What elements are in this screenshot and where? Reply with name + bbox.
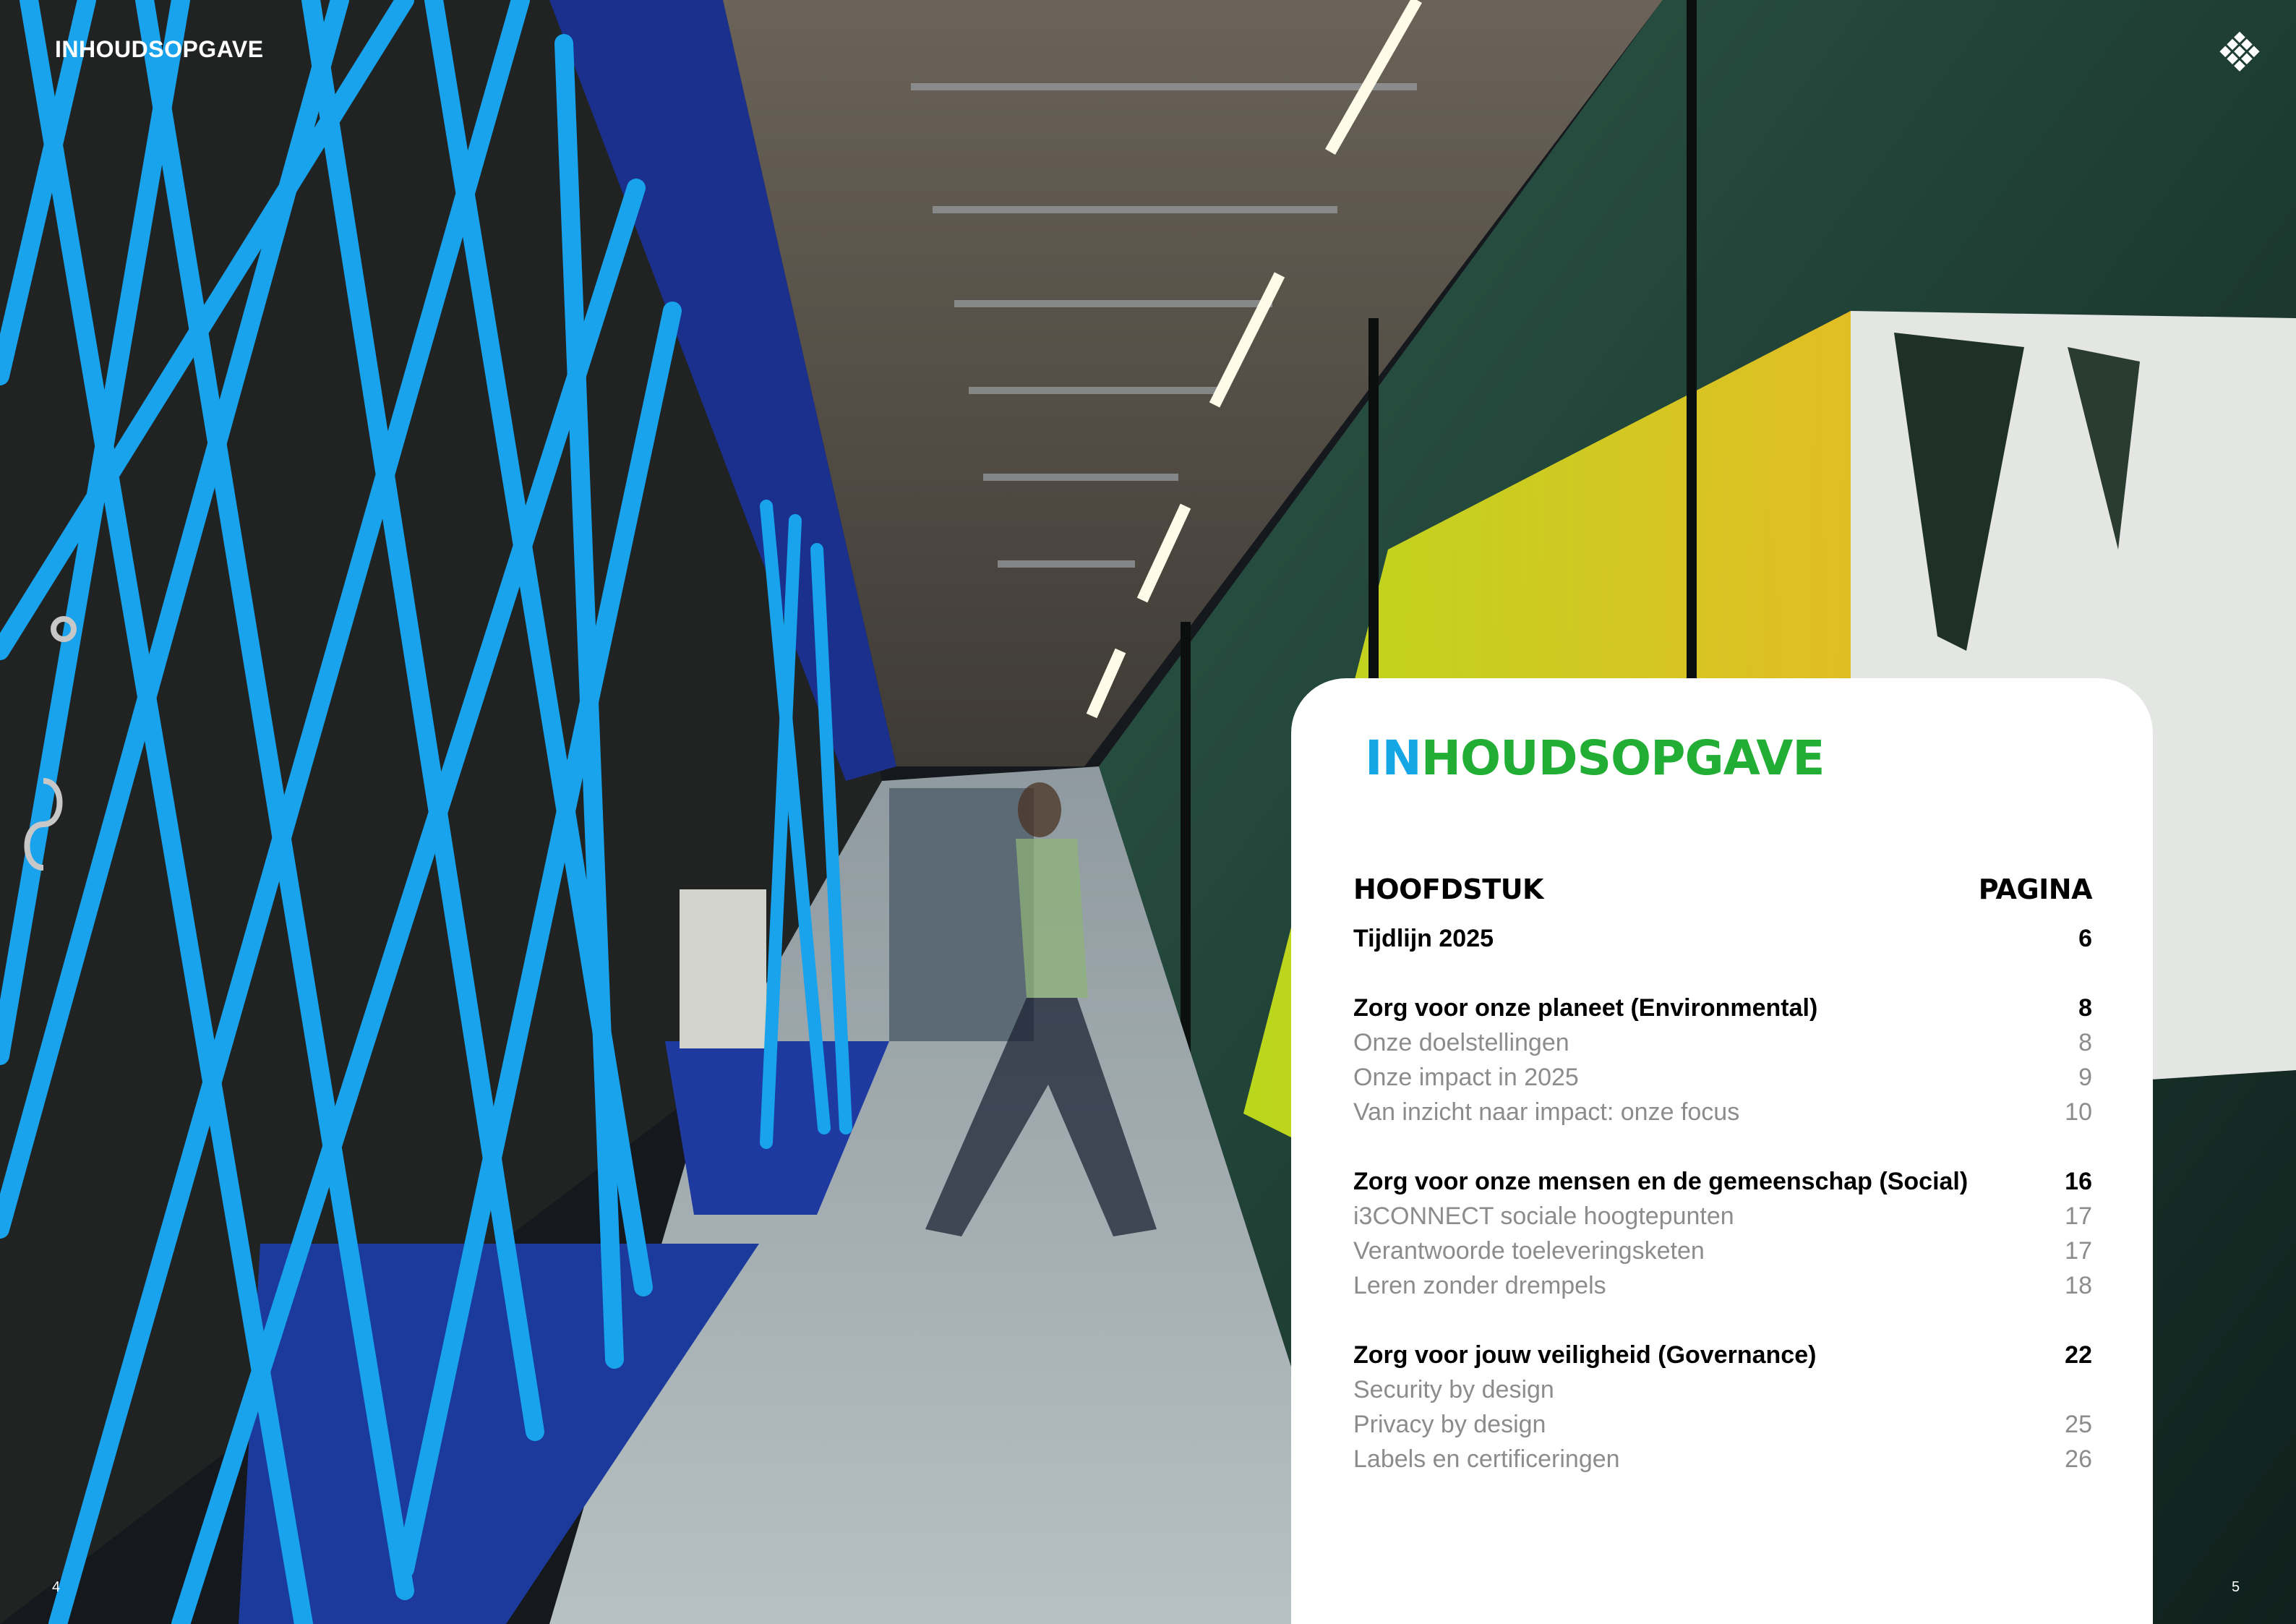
toc-subsection-row[interactable]: Onze impact in 2025 9 [1353,1060,2092,1095]
toc-subsection-row[interactable]: Verantwoorde toeleveringsketen 17 [1353,1234,2092,1268]
toc-subsection-row[interactable]: Privacy by design 25 [1353,1407,2092,1442]
toc-heading-part2: HOUDSOPGAVE [1421,730,1825,786]
toc-entry-title: Onze doelstellingen [1353,1029,1569,1056]
toc-subsection-row[interactable]: Van inzicht naar impact: onze focus 10 [1353,1095,2092,1129]
toc-group-spacer [1353,1303,2092,1338]
toc-entry-title: Verantwoorde toeleveringsketen [1353,1237,1705,1265]
toc-subsection-row[interactable]: Leren zonder drempels 18 [1353,1268,2092,1303]
toc-entry-page: 8 [2078,994,2092,1022]
page-number-left: 4 [52,1579,61,1595]
toc-entry-title: Leren zonder drempels [1353,1272,1606,1299]
toc-entry-page: 9 [2078,1064,2092,1091]
page-number-right: 5 [2232,1579,2240,1595]
toc-entry-title: Onze impact in 2025 [1353,1064,1579,1091]
toc-entry-title: Security by design [1353,1376,1554,1403]
toc-entry-title: Van inzicht naar impact: onze focus [1353,1098,1740,1126]
toc-subsection-row[interactable]: Labels en certificeringen 26 [1353,1442,2092,1476]
toc-group-spacer [1353,956,2092,991]
section-title: INHOUDSOPGAVE [55,36,264,62]
toc-entry-page: 10 [2065,1098,2092,1126]
column-page-header: PAGINA [1978,873,2093,905]
toc-entry-title: i3CONNECT sociale hoogtepunten [1353,1202,1734,1230]
toc-entry-page: 25 [2065,1411,2092,1438]
toc-chapter-row[interactable]: Zorg voor jouw veiligheid (Governance) 22 [1353,1338,2092,1372]
toc-entry-page: 17 [2065,1237,2092,1265]
toc-entry-title: Privacy by design [1353,1411,1546,1438]
toc-chapter-row[interactable]: Zorg voor onze mensen en de gemeenschap … [1353,1164,2092,1199]
toc-subsection-row[interactable]: Onze doelstellingen 8 [1353,1025,2092,1060]
toc-heading: INHOUDSOPGAVE [1365,735,1825,782]
toc-entry-page: 16 [2065,1168,2092,1195]
toc-column-headers: HOOFDSTUK PAGINA [1353,873,2093,910]
toc-entry-page: 8 [2078,1029,2092,1056]
column-chapter-header: HOOFDSTUK [1353,873,1544,905]
toc-entry-title: Labels en certificeringen [1353,1445,1620,1473]
diamond-grid-logo-icon [2219,31,2260,72]
toc-list: Tijdlijn 2025 6 Zorg voor onze planeet (En… [1353,921,2092,1476]
toc-entry-page: 18 [2065,1272,2092,1299]
toc-group-spacer [1353,1129,2092,1164]
toc-heading-part1: IN [1365,730,1422,786]
toc-chapter-row[interactable]: Zorg voor onze planeet (Environmental) 8 [1353,991,2092,1025]
toc-entry-page: 17 [2065,1202,2092,1230]
toc-subsection-row[interactable]: Security by design [1353,1372,2092,1407]
toc-entry-page: 6 [2078,925,2092,952]
toc-entry-title: Zorg voor onze mensen en de gemeenschap … [1353,1168,1969,1195]
toc-entry-title: Tijdlijn 2025 [1353,925,1494,952]
toc-card: INHOUDSOPGAVE HOOFDSTUK PAGINA Tijdlijn … [1291,678,2153,1624]
toc-entry-page: 26 [2065,1445,2092,1473]
toc-entry-title: Zorg voor onze planeet (Environmental) [1353,994,1818,1022]
toc-entry-title: Zorg voor jouw veiligheid (Governance) [1353,1341,1817,1369]
toc-subsection-row[interactable]: i3CONNECT sociale hoogtepunten 17 [1353,1199,2092,1234]
toc-chapter-row[interactable]: Tijdlijn 2025 6 [1353,921,2092,956]
toc-entry-page: 22 [2065,1341,2092,1369]
